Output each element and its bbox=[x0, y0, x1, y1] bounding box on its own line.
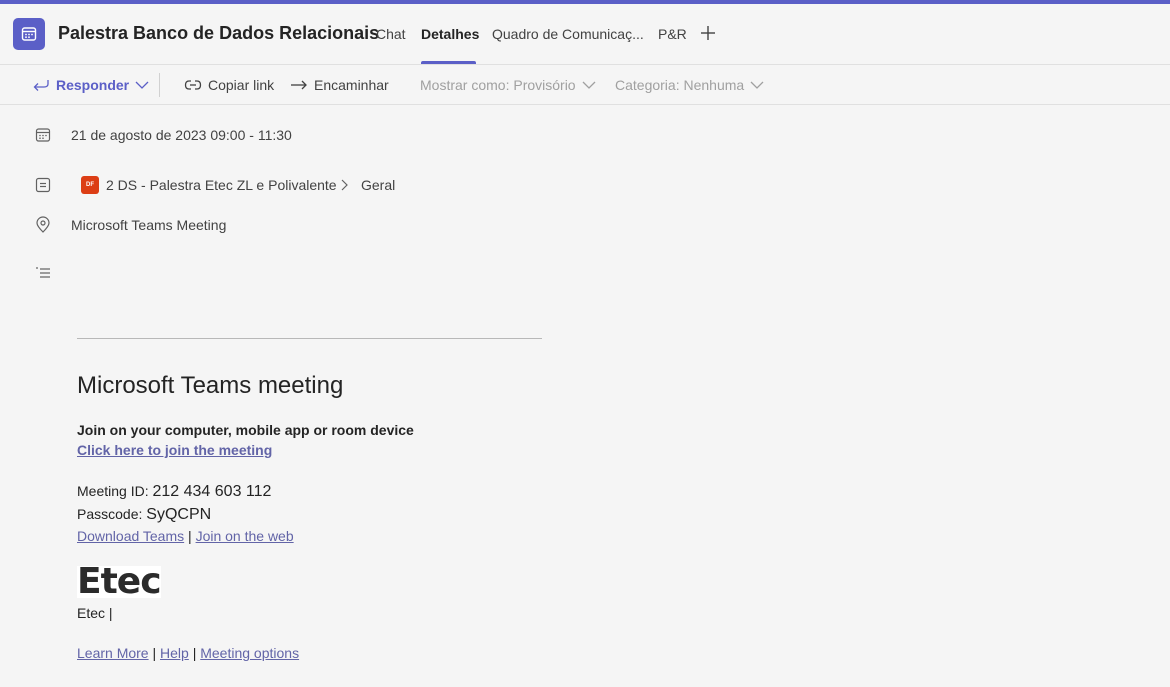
copy-link-label: Copiar link bbox=[208, 77, 275, 93]
link-separator: | bbox=[188, 528, 192, 544]
channel-name[interactable]: Geral bbox=[361, 177, 395, 193]
show-as-label: Mostrar como: Provisório bbox=[420, 77, 576, 93]
link-icon bbox=[184, 80, 202, 90]
channel-icon bbox=[35, 177, 51, 193]
calendar-icon bbox=[35, 128, 51, 142]
chevron-down-icon bbox=[135, 81, 149, 89]
download-links-line: Download Teams | Join on the web bbox=[77, 528, 294, 544]
tab-qa[interactable]: P&R bbox=[658, 26, 687, 42]
respond-label: Responder bbox=[56, 77, 130, 93]
meeting-id-line: Meeting ID: 212 434 603 112 bbox=[77, 483, 271, 501]
meeting-options-link[interactable]: Meeting options bbox=[200, 645, 299, 661]
org-text: Etec | bbox=[77, 605, 113, 621]
meeting-id-value: 212 434 603 112 bbox=[152, 483, 272, 500]
header: Palestra Banco de Dados Relacionais Chat… bbox=[0, 4, 1170, 65]
add-tab-icon[interactable] bbox=[699, 24, 717, 42]
tab-details[interactable]: Detalhes bbox=[421, 26, 479, 42]
help-link[interactable]: Help bbox=[160, 645, 189, 661]
toolbar-divider bbox=[159, 73, 160, 97]
forward-button[interactable]: Encaminhar bbox=[290, 77, 389, 93]
category-label: Categoria: Nenhuma bbox=[615, 77, 745, 93]
chevron-down-icon bbox=[582, 81, 596, 89]
team-avatar: DF bbox=[81, 176, 99, 194]
passcode-line: Passcode: SyQCPN bbox=[77, 506, 211, 524]
link-separator: | bbox=[152, 645, 157, 661]
footer-links-line: Learn More | Help | Meeting options bbox=[77, 645, 299, 661]
join-heading: Join on your computer, mobile app or roo… bbox=[77, 422, 414, 438]
tab-chat[interactable]: Chat bbox=[376, 26, 406, 42]
download-teams-link[interactable]: Download Teams bbox=[77, 528, 184, 544]
category-dropdown[interactable]: Categoria: Nenhuma bbox=[615, 77, 764, 93]
text-description-icon bbox=[36, 267, 50, 278]
active-tab-indicator bbox=[421, 61, 476, 64]
chevron-right-icon bbox=[341, 179, 348, 191]
respond-button[interactable]: Responder bbox=[32, 77, 149, 93]
meeting-location: Microsoft Teams Meeting bbox=[71, 217, 227, 233]
meeting-heading: Microsoft Teams meeting bbox=[77, 372, 344, 399]
join-meeting-link[interactable]: Click here to join the meeting bbox=[77, 442, 272, 458]
toolbar: Responder Copiar link Encaminhar Mostrar… bbox=[0, 65, 1170, 105]
etec-logo: Etec bbox=[77, 561, 162, 602]
chevron-down-icon bbox=[750, 81, 764, 89]
body-separator bbox=[77, 338, 542, 339]
link-separator: | bbox=[192, 645, 197, 661]
meeting-id-label: Meeting ID: bbox=[77, 483, 153, 499]
passcode-value: SyQCPN bbox=[146, 506, 212, 523]
location-pin-icon bbox=[36, 216, 50, 233]
show-as-dropdown[interactable]: Mostrar como: Provisório bbox=[420, 77, 596, 93]
meeting-datetime: 21 de agosto de 2023 09:00 - 11:30 bbox=[71, 127, 292, 143]
learn-more-link[interactable]: Learn More bbox=[77, 645, 149, 661]
forward-arrow-icon bbox=[291, 80, 307, 90]
tab-communication-board[interactable]: Quadro de Comunicaç... bbox=[492, 26, 644, 42]
copy-link-button[interactable]: Copiar link bbox=[184, 77, 274, 93]
forward-label: Encaminhar bbox=[314, 77, 389, 93]
page-title: Palestra Banco de Dados Relacionais bbox=[58, 23, 380, 43]
team-name[interactable]: 2 DS - Palestra Etec ZL e Polivalente bbox=[106, 177, 337, 193]
calendar-app-icon bbox=[13, 18, 45, 50]
reply-icon bbox=[33, 80, 49, 91]
passcode-label: Passcode: bbox=[77, 506, 147, 522]
join-web-link[interactable]: Join on the web bbox=[196, 528, 294, 544]
